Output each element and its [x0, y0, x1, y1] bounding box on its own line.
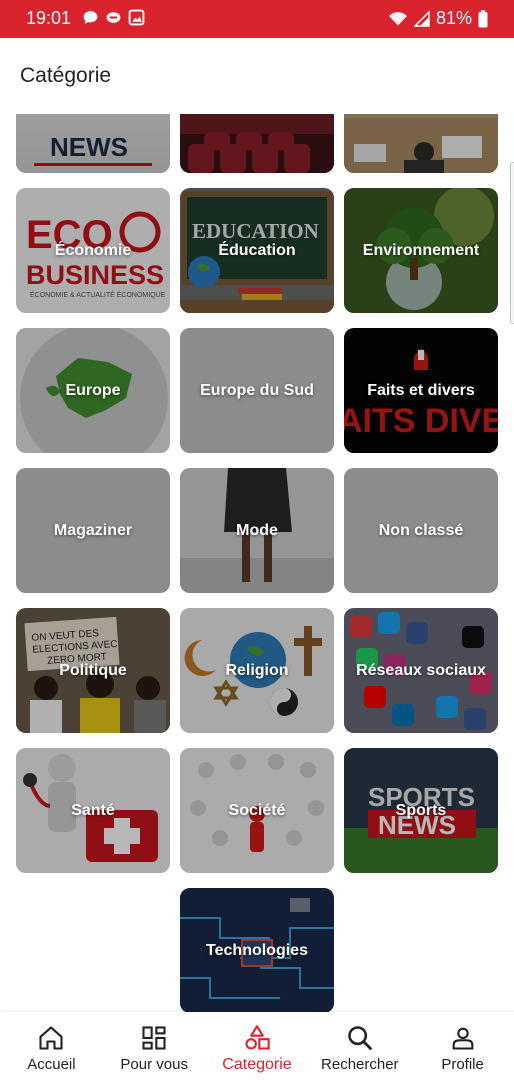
nav-label: Pour vous — [120, 1056, 188, 1073]
signal-icon — [413, 10, 430, 27]
category-label: Faits et divers — [367, 381, 475, 399]
notification-icons — [82, 9, 145, 26]
category-tile-europe-du-sud[interactable]: Europe du Sud — [180, 328, 334, 453]
category-tile-reseaux-sociaux[interactable]: Réseaux sociaux — [344, 608, 498, 733]
category-tile-politique[interactable]: ON VEUT DES ELECTIONS AVEC ZERO MORT Pol… — [16, 608, 170, 733]
category-tile-sante[interactable]: Santé — [16, 748, 170, 873]
category-tile-cinema[interactable] — [180, 114, 334, 173]
shapes-icon — [245, 1025, 270, 1050]
category-tile-religion[interactable]: Religion — [180, 608, 334, 733]
nav-item-profile[interactable]: Profile — [411, 1012, 514, 1080]
home-icon — [39, 1026, 63, 1050]
category-tile-news[interactable]: NEWS — [16, 114, 170, 173]
page-title: Catégorie — [20, 64, 112, 87]
nav-label: Categorie — [222, 1056, 292, 1073]
category-tile-environnement[interactable]: Environnement — [344, 188, 498, 313]
nav-item-accueil[interactable]: Accueil — [0, 1012, 103, 1080]
category-label: Santé — [71, 801, 115, 819]
battery-icon — [478, 9, 488, 27]
category-label: Politique — [59, 661, 127, 679]
category-label: Europe du Sud — [200, 381, 314, 399]
category-tile-education[interactable]: EDUCATION Éducation — [180, 188, 334, 313]
category-tile-societe[interactable]: Société — [180, 748, 334, 873]
category-tile-technologies[interactable]: Technologies — [180, 888, 334, 1012]
chat-bubble-icon — [83, 11, 98, 24]
nav-label: Profile — [441, 1056, 484, 1073]
grid-icon — [142, 1026, 166, 1050]
category-tile-sports[interactable]: SPORTS NEWS Sports — [344, 748, 498, 873]
nav-label: Rechercher — [321, 1056, 399, 1073]
message-icon — [106, 12, 121, 23]
category-tile-office[interactable] — [344, 114, 498, 173]
category-label: Réseaux sociaux — [356, 661, 486, 679]
nav-item-categorie[interactable]: Categorie — [206, 1012, 309, 1080]
nav-item-rechercher[interactable]: Rechercher — [308, 1012, 411, 1080]
status-time: 19:01 — [26, 8, 72, 28]
category-tile-faits-et-divers[interactable]: AITS DIVERS Faits et divers — [344, 328, 498, 453]
category-label: Religion — [225, 661, 289, 679]
wifi-icon — [388, 11, 407, 25]
battery-level: 81% — [435, 8, 472, 28]
category-tile-non-classe[interactable]: Non classé — [344, 468, 498, 593]
category-label: Éducation — [218, 241, 296, 259]
nav-item-pour-vous[interactable]: Pour vous — [103, 1012, 206, 1080]
category-label: Sports — [395, 801, 447, 819]
category-label: Europe — [65, 381, 121, 399]
header: Catégorie — [0, 38, 514, 114]
category-label: Magaziner — [53, 521, 133, 539]
category-label: Société — [228, 801, 286, 819]
bottom-nav: Accueil Pour vous Categorie Rechercher P… — [0, 1012, 514, 1080]
gallery-icon — [128, 9, 145, 26]
category-tile-economie[interactable]: ECO BUSINESS ÉCONOMIE & ACTUALITÉ ÉCONOM… — [16, 188, 170, 313]
category-label: Mode — [236, 521, 278, 539]
user-icon — [452, 1027, 473, 1050]
category-label: Non classé — [378, 521, 464, 539]
category-label: Économie — [54, 241, 132, 259]
category-label: Technologies — [206, 941, 308, 959]
category-tile-europe[interactable]: Europe — [16, 328, 170, 453]
scroll-indicator[interactable] — [510, 162, 514, 324]
nav-label: Accueil — [27, 1056, 76, 1073]
status-right: 81% — [388, 8, 488, 29]
category-tile-mode[interactable]: Mode — [180, 468, 334, 593]
category-label: Environnement — [362, 241, 480, 259]
category-grid[interactable]: NEWS ECO BUSINESS ÉCONOMIE & ACTUALITÉ É… — [0, 114, 514, 1012]
status-bar: 19:01 81% — [0, 0, 514, 38]
category-tile-magaziner[interactable]: Magaziner — [16, 468, 170, 593]
search-icon — [347, 1026, 372, 1050]
